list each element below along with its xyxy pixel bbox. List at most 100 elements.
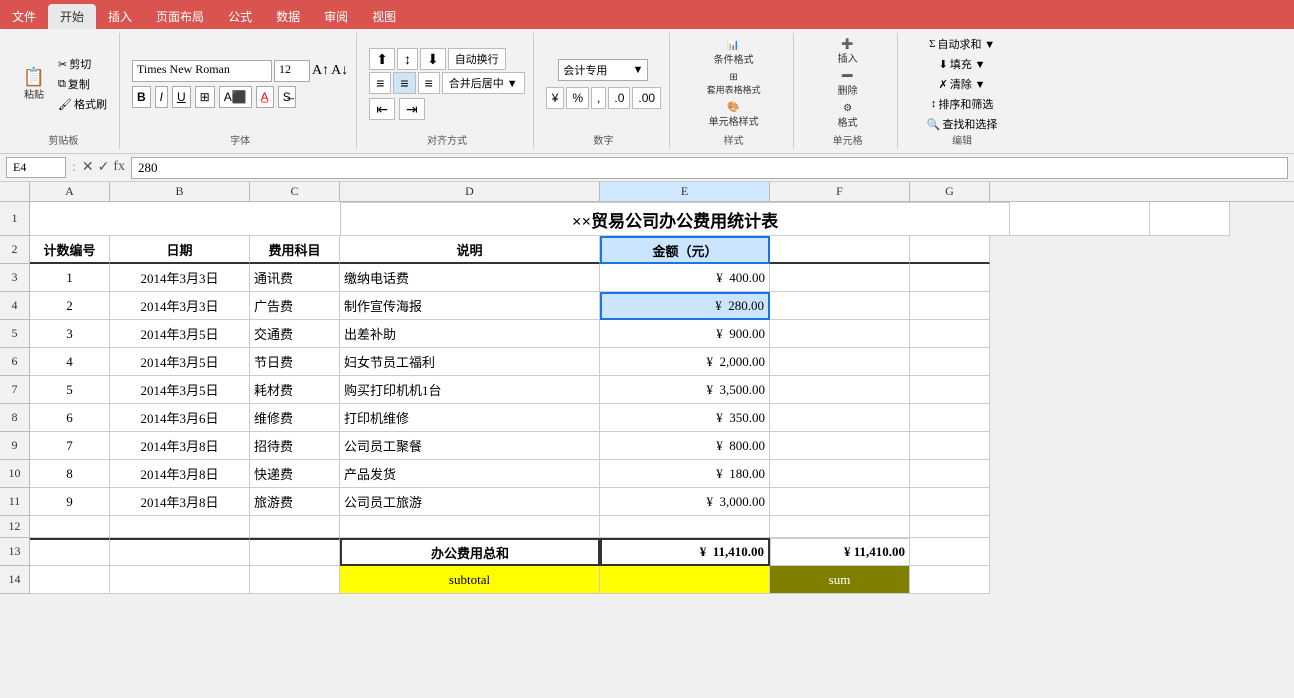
- cell-e12[interactable]: [600, 516, 770, 538]
- cell-a4[interactable]: 2: [30, 292, 110, 320]
- cell-d2[interactable]: 说明: [340, 236, 600, 264]
- cell-f2[interactable]: [770, 236, 910, 264]
- cell-c10[interactable]: 快递费: [250, 460, 340, 488]
- cell-a5[interactable]: 3: [30, 320, 110, 348]
- tab-data[interactable]: 数据: [264, 4, 312, 29]
- cell-d10[interactable]: 产品发货: [340, 460, 600, 488]
- font-name-box[interactable]: Times New Roman: [132, 60, 272, 82]
- cell-b3[interactable]: 2014年3月3日: [110, 264, 250, 292]
- wrap-text-button[interactable]: 自动换行: [448, 48, 506, 70]
- cell-b10[interactable]: 2014年3月8日: [110, 460, 250, 488]
- cell-d9[interactable]: 公司员工聚餐: [340, 432, 600, 460]
- bold-button[interactable]: B: [132, 86, 151, 108]
- cell-f10[interactable]: [770, 460, 910, 488]
- clear-button[interactable]: ✗清除 ▼: [935, 75, 990, 93]
- cell-b7[interactable]: 2014年3月5日: [110, 376, 250, 404]
- cell-b5[interactable]: 2014年3月5日: [110, 320, 250, 348]
- cell-c4[interactable]: 广告费: [250, 292, 340, 320]
- cell-g13[interactable]: [910, 538, 990, 566]
- center-align-button[interactable]: ≡: [393, 72, 415, 94]
- cell-d7[interactable]: 购买打印机机1台: [340, 376, 600, 404]
- cell-d4[interactable]: 制作宣传海报: [340, 292, 600, 320]
- cell-g4[interactable]: [910, 292, 990, 320]
- tab-home[interactable]: 开始: [48, 4, 96, 29]
- cell-b6[interactable]: 2014年3月5日: [110, 348, 250, 376]
- cell-a9[interactable]: 7: [30, 432, 110, 460]
- cell-styles-button[interactable]: 🎨单元格样式: [705, 100, 763, 130]
- merge-button[interactable]: 合并后居中 ▼: [442, 72, 525, 94]
- cell-c14[interactable]: [250, 566, 340, 594]
- right-align-button[interactable]: ≡: [418, 72, 440, 94]
- table-format-button[interactable]: ⊞套用表格格式: [703, 70, 765, 98]
- cell-g2[interactable]: [910, 236, 990, 264]
- cell-c7[interactable]: 耗材费: [250, 376, 340, 404]
- cell-e8[interactable]: ¥ 350.00: [600, 404, 770, 432]
- left-align-button[interactable]: ≡: [369, 72, 391, 94]
- top-align-button[interactable]: ⬆: [369, 48, 395, 70]
- autosum-button[interactable]: Σ自动求和 ▼: [925, 35, 999, 53]
- cell-d14[interactable]: subtotal: [340, 566, 600, 594]
- increase-decimal-button[interactable]: .0: [608, 87, 630, 109]
- cell-a8[interactable]: 6: [30, 404, 110, 432]
- cell-e11[interactable]: ¥ 3,000.00: [600, 488, 770, 516]
- cell-f14[interactable]: sum: [770, 566, 910, 594]
- cell-g3[interactable]: [910, 264, 990, 292]
- cell-a3[interactable]: 1: [30, 264, 110, 292]
- number-format-dropdown[interactable]: 会计专用 ▼: [558, 59, 648, 81]
- cell-d11[interactable]: 公司员工旅游: [340, 488, 600, 516]
- cell-d5[interactable]: 出差补助: [340, 320, 600, 348]
- cell-a14[interactable]: [30, 566, 110, 594]
- cell-g12[interactable]: [910, 516, 990, 538]
- cell-f9[interactable]: [770, 432, 910, 460]
- cell-d12[interactable]: [340, 516, 600, 538]
- cell-c5[interactable]: 交通费: [250, 320, 340, 348]
- cell-a11[interactable]: 9: [30, 488, 110, 516]
- delete-button[interactable]: ➖删除: [830, 69, 866, 99]
- conditional-format-button[interactable]: 📊条件格式: [710, 38, 758, 68]
- format-button[interactable]: ⚙格式: [830, 101, 866, 131]
- copy-button[interactable]: ⧉复制: [54, 75, 111, 93]
- cell-b4[interactable]: 2014年3月3日: [110, 292, 250, 320]
- cell-f5[interactable]: [770, 320, 910, 348]
- tab-page-layout[interactable]: 页面布局: [144, 4, 216, 29]
- percent-button[interactable]: %: [566, 87, 589, 109]
- cell-e6[interactable]: ¥ 2,000.00: [600, 348, 770, 376]
- cell-g5[interactable]: [910, 320, 990, 348]
- cell-e2[interactable]: 金额（元）: [600, 236, 770, 264]
- font-color-button[interactable]: A̲: [256, 86, 274, 108]
- cell-f6[interactable]: [770, 348, 910, 376]
- tab-insert[interactable]: 插入: [96, 4, 144, 29]
- comma-button[interactable]: ,: [591, 87, 606, 109]
- cell-f11[interactable]: [770, 488, 910, 516]
- cell-f12[interactable]: [770, 516, 910, 538]
- cell-a13[interactable]: [30, 538, 110, 566]
- cancel-formula-icon[interactable]: ✕: [82, 159, 94, 176]
- cell-b1[interactable]: [110, 202, 250, 236]
- border-button[interactable]: ⊞: [195, 86, 215, 108]
- cell-c9[interactable]: 招待费: [250, 432, 340, 460]
- find-select-button[interactable]: 🔍查找和选择: [923, 115, 1002, 133]
- cell-e7[interactable]: ¥ 3,500.00: [600, 376, 770, 404]
- cell-e10[interactable]: ¥ 180.00: [600, 460, 770, 488]
- cell-e4[interactable]: ¥ 280.00: [600, 292, 770, 320]
- cell-e3[interactable]: ¥ 400.00: [600, 264, 770, 292]
- bottom-align-button[interactable]: ⬇: [420, 48, 446, 70]
- cell-a2[interactable]: 计数编号: [30, 236, 110, 264]
- strikethrough-button[interactable]: S̶: [278, 86, 296, 108]
- cell-c12[interactable]: [250, 516, 340, 538]
- font-size-box[interactable]: 12: [274, 60, 310, 82]
- cell-b9[interactable]: 2014年3月8日: [110, 432, 250, 460]
- cell-d8[interactable]: 打印机维修: [340, 404, 600, 432]
- cell-g10[interactable]: [910, 460, 990, 488]
- tab-file[interactable]: 文件: [0, 4, 48, 29]
- confirm-formula-icon[interactable]: ✓: [98, 159, 110, 176]
- cell-f13[interactable]: ¥ 11,410.00: [770, 538, 910, 566]
- cell-c8[interactable]: 维修费: [250, 404, 340, 432]
- shrink-icon[interactable]: A↓: [331, 63, 348, 79]
- cell-a10[interactable]: 8: [30, 460, 110, 488]
- formula-input[interactable]: 280: [131, 157, 1288, 179]
- cell-b14[interactable]: [110, 566, 250, 594]
- cell-g14[interactable]: [910, 566, 990, 594]
- italic-button[interactable]: I: [155, 86, 168, 108]
- cut-button[interactable]: ✂剪切: [54, 55, 111, 73]
